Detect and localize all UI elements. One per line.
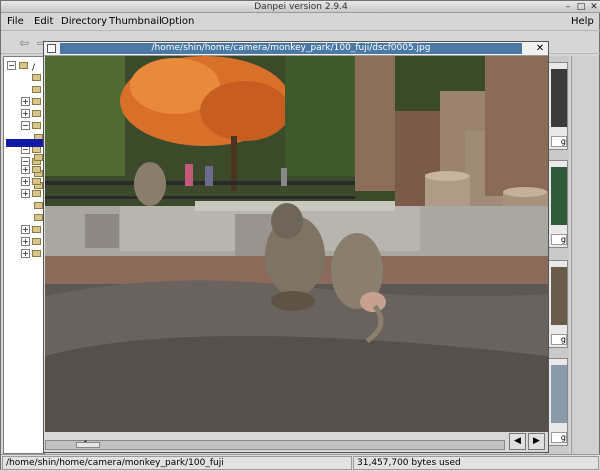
next-image-button[interactable]: ▶ <box>528 433 545 450</box>
folder-icon <box>32 86 41 93</box>
close-button[interactable]: ✕ <box>589 2 599 12</box>
image-viewer-window[interactable]: /home/shin/home/camera/monkey_park/100_f… <box>43 41 549 453</box>
tree-item[interactable]: + <box>4 224 44 235</box>
menu-option[interactable]: Option <box>161 15 194 29</box>
folder-icon <box>19 62 28 69</box>
menubar: File Edit Directory Thumbnail Option Hel… <box>1 13 600 31</box>
menu-help[interactable]: Help <box>571 15 594 29</box>
thumbnail-label: g <box>551 136 567 147</box>
menu-file[interactable]: File <box>7 15 24 29</box>
tree-item[interactable]: + <box>4 236 44 247</box>
main-window: Danpei version 2.9.4 – □ ✕ File Edit Dir… <box>0 0 600 471</box>
folder-icon <box>32 178 41 185</box>
folder-icon <box>32 98 41 105</box>
horizontal-scrollbar[interactable]: 4 <box>45 440 505 450</box>
directory-tree[interactable]: − / + + − − − + + + + + + <box>3 56 46 454</box>
status-size: 31,457,700 bytes used <box>353 456 599 470</box>
folder-icon <box>34 154 43 161</box>
tree-item[interactable] <box>4 84 44 95</box>
photo[interactable] <box>45 56 548 432</box>
tree-item[interactable]: + <box>4 176 44 187</box>
tree-item[interactable]: + <box>4 188 44 199</box>
folder-icon <box>32 122 41 129</box>
prev-image-button[interactable]: ◀ <box>509 433 526 450</box>
right-scrollbar[interactable] <box>571 56 599 454</box>
folder-icon <box>32 226 41 233</box>
collapse-icon[interactable]: − <box>7 61 16 70</box>
minimize-button[interactable]: – <box>563 2 573 12</box>
menu-directory[interactable]: Directory <box>61 15 107 29</box>
status-path: /home/shin/home/camera/monkey_park/100_f… <box>2 456 352 470</box>
expand-icon[interactable]: + <box>21 109 30 118</box>
thumbnail[interactable]: g <box>548 358 568 446</box>
viewer-titlebar[interactable]: /home/shin/home/camera/monkey_park/100_f… <box>44 42 548 56</box>
arrow-left-icon: ◀ <box>514 436 521 446</box>
thumbnail[interactable]: g <box>548 62 568 150</box>
thumbnail-label: g <box>551 334 567 345</box>
arrow-right-icon: ▶ <box>533 436 540 446</box>
thumbnail-image <box>551 267 567 325</box>
tree-item-selected[interactable] <box>6 139 46 147</box>
tree-item[interactable]: + <box>4 108 44 119</box>
thumbnail[interactable]: g <box>548 260 568 348</box>
photo-image <box>45 56 548 432</box>
thumbnail-image <box>551 365 567 423</box>
folder-icon <box>32 250 41 257</box>
thumbnail-label: g <box>551 432 567 443</box>
viewer-close-button[interactable]: ✕ <box>534 42 546 55</box>
folder-icon <box>32 190 41 197</box>
tree-item[interactable]: + <box>4 96 44 107</box>
tree-item[interactable]: + <box>4 164 44 175</box>
collapse-icon[interactable]: − <box>21 121 30 130</box>
titlebar[interactable]: Danpei version 2.9.4 – □ ✕ <box>1 1 600 13</box>
tree-item[interactable] <box>4 152 44 163</box>
expand-icon[interactable]: + <box>21 177 30 186</box>
arrow-left-icon[interactable]: ⇦ <box>17 36 31 50</box>
thumbnail-image <box>551 69 567 127</box>
folder-icon <box>32 110 41 117</box>
folder-icon <box>34 214 43 221</box>
thumbnail[interactable]: g <box>548 160 568 248</box>
tree-item[interactable] <box>4 72 44 83</box>
expand-icon[interactable]: + <box>21 189 30 198</box>
expand-icon[interactable]: + <box>21 249 30 258</box>
folder-icon <box>32 238 41 245</box>
tree-item[interactable] <box>4 212 44 223</box>
viewer-controls: 4 ◀ ▶ <box>45 432 548 452</box>
window-menu-icon[interactable] <box>47 44 56 53</box>
folder-icon <box>32 166 41 173</box>
menu-edit[interactable]: Edit <box>34 15 53 29</box>
folder-icon <box>32 74 41 81</box>
scrollbar-thumb[interactable] <box>76 442 100 448</box>
tree-item[interactable]: − <box>4 120 44 131</box>
folder-icon <box>34 202 43 209</box>
tree-root[interactable]: − / <box>4 60 44 73</box>
maximize-button[interactable]: □ <box>576 2 586 12</box>
menu-thumbnail[interactable]: Thumbnail <box>109 15 162 29</box>
expand-icon[interactable]: + <box>21 97 30 106</box>
expand-icon[interactable]: + <box>21 225 30 234</box>
expand-icon[interactable]: + <box>21 165 30 174</box>
tree-item[interactable] <box>4 200 44 211</box>
tree-item[interactable]: + <box>4 248 44 259</box>
expand-icon[interactable]: + <box>21 237 30 246</box>
thumbnail-label: g <box>551 234 567 245</box>
thumbnail-image <box>551 167 567 225</box>
statusbar: /home/shin/home/camera/monkey_park/100_f… <box>1 454 600 471</box>
viewer-file-path: /home/shin/home/camera/monkey_park/100_f… <box>60 43 522 54</box>
app-title: Danpei version 2.9.4 <box>254 2 348 12</box>
